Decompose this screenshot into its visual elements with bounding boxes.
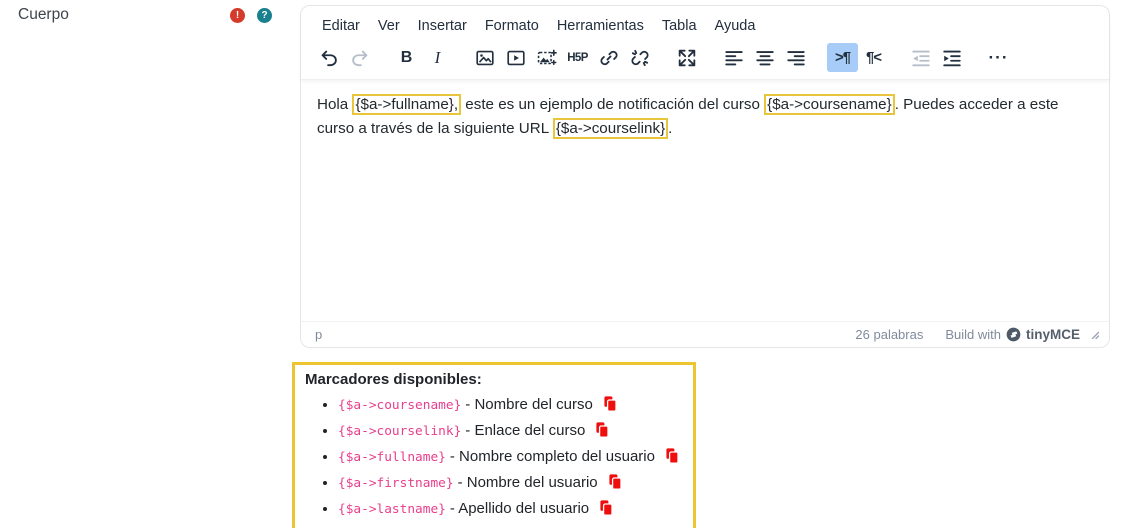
word-count[interactable]: 26 palabras (855, 327, 923, 342)
markers-list: {$a->coursename}- Nombre del curso {$a->… (305, 395, 683, 520)
marker-item: {$a->courselink}- Enlace del curso (338, 421, 683, 442)
undo-icon[interactable] (313, 43, 344, 72)
available-markers-box: Marcadores disponibles: {$a->coursename}… (292, 362, 696, 528)
branding-prefix: Build with (945, 327, 1001, 342)
h5p-icon[interactable]: H5P (562, 43, 593, 72)
help-question-icon[interactable]: ? (257, 8, 272, 23)
markers-title: Marcadores disponibles: (305, 371, 482, 388)
field-badges: ! ? (230, 8, 272, 23)
rich-text-editor: Editar Ver Insertar Formato Herramientas Tabl… (300, 5, 1110, 348)
menubar-item[interactable]: Ayuda (706, 13, 765, 39)
unlink-icon[interactable] (624, 43, 655, 72)
align-left-icon[interactable] (718, 43, 749, 72)
placeholder-coursename: {$a->coursename} (764, 94, 895, 115)
marker-code: {$a->firstname} (338, 476, 454, 491)
editor-statusbar: p 26 palabras Build with tinyMCE (301, 321, 1109, 347)
marker-item: {$a->fullname}- Nombre completo del usua… (338, 447, 683, 468)
copy-icon[interactable] (598, 499, 614, 520)
editor-toolbar: B I H5P >¶ ¶< ··· (309, 40, 1101, 73)
marker-code: {$a->courselink} (338, 424, 462, 439)
image-insert-icon[interactable] (531, 43, 562, 72)
marker-code: {$a->fullname} (338, 450, 446, 465)
media-icon[interactable] (500, 43, 531, 72)
copy-icon[interactable] (664, 447, 680, 468)
marker-description: - Nombre del usuario (457, 474, 598, 491)
required-exclamation-icon: ! (230, 8, 245, 23)
menubar-item[interactable]: Editar (313, 13, 369, 39)
marker-description: - Nombre completo del usuario (449, 448, 655, 465)
marker-item: {$a->lastname}- Apellido del usuario (338, 499, 683, 520)
content-text: . (668, 120, 673, 137)
align-center-icon[interactable] (749, 43, 780, 72)
link-icon[interactable] (593, 43, 624, 72)
menubar-item[interactable]: Herramientas (548, 13, 653, 39)
menubar-item[interactable]: Tabla (653, 13, 706, 39)
rtl-icon[interactable]: ¶< (858, 43, 889, 72)
marker-description: - Nombre del curso (465, 396, 593, 413)
more-options-icon[interactable]: ··· (983, 43, 1014, 72)
content-text: este es un ejemplo de notificación del c… (461, 96, 765, 113)
field-label: Cuerpo (18, 6, 69, 23)
marker-item: {$a->coursename}- Nombre del curso (338, 395, 683, 416)
placeholder-fullname: {$a->fullname}, (352, 94, 462, 115)
branding-name: tinyMCE (1026, 327, 1080, 342)
menubar-item[interactable]: Insertar (409, 13, 476, 39)
tinymce-branding-link[interactable]: Build with tinyMCE (945, 327, 1080, 342)
editor-menubar: Editar Ver Insertar Formato Herramientas Tabl… (309, 11, 1101, 40)
marker-description: - Enlace del curso (465, 422, 586, 439)
copy-icon[interactable] (594, 421, 610, 442)
menubar-item[interactable]: Ver (369, 13, 409, 39)
resize-handle[interactable] (1089, 329, 1100, 340)
editor-content-area[interactable]: Hola {$a->fullname}, este es un ejemplo … (301, 80, 1109, 317)
marker-code: {$a->coursename} (338, 398, 462, 413)
align-right-icon[interactable] (780, 43, 811, 72)
copy-icon[interactable] (607, 473, 623, 494)
menubar-item[interactable]: Formato (476, 13, 548, 39)
indent-icon[interactable] (936, 43, 967, 72)
element-path[interactable]: p (315, 327, 855, 342)
editor-paragraph: Hola {$a->fullname}, este es un ejemplo … (317, 93, 1093, 141)
editor-header: Editar Ver Insertar Formato Herramientas Tabl… (301, 6, 1109, 80)
outdent-icon[interactable] (905, 43, 936, 72)
redo-icon[interactable] (344, 43, 375, 72)
bold-icon[interactable]: B (391, 43, 422, 72)
tinymce-logo-icon (1006, 327, 1021, 342)
ltr-icon[interactable]: >¶ (827, 43, 858, 72)
content-text: Hola (317, 96, 353, 113)
marker-description: - Apellido del usuario (449, 500, 590, 517)
marker-code: {$a->lastname} (338, 502, 446, 517)
italic-icon[interactable]: I (422, 43, 453, 72)
fullscreen-icon[interactable] (671, 43, 702, 72)
marker-item: {$a->firstname}- Nombre del usuario (338, 473, 683, 494)
placeholder-courselink: {$a->courselink} (552, 118, 669, 139)
copy-icon[interactable] (602, 395, 618, 416)
image-icon[interactable] (469, 43, 500, 72)
